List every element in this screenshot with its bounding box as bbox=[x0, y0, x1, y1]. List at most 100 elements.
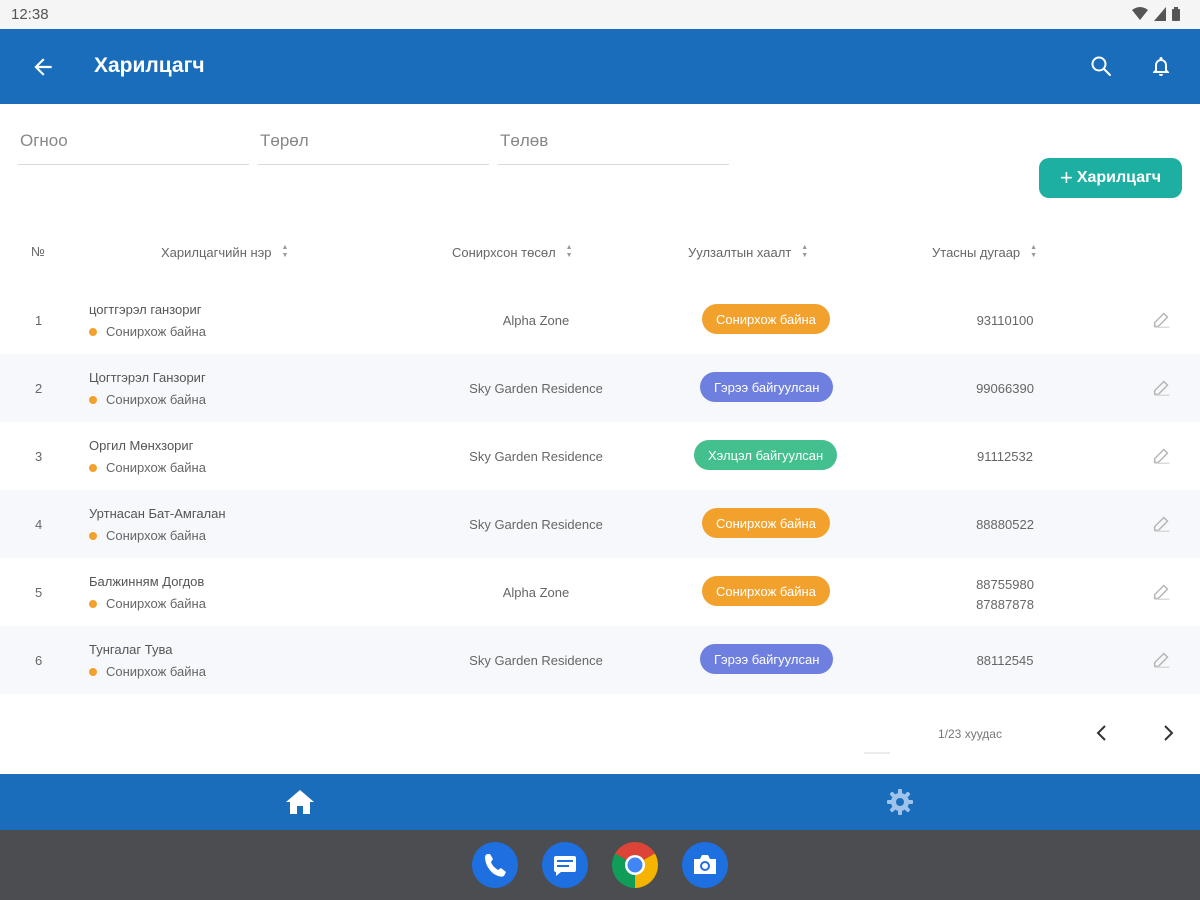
status-time: 12:38 bbox=[11, 6, 49, 23]
client-status: Сонирхож байна bbox=[89, 460, 206, 475]
chevron-left-icon[interactable] bbox=[1092, 722, 1112, 744]
add-client-button[interactable]: + Харилцагч bbox=[1039, 158, 1182, 198]
phone-number: 88112545 bbox=[950, 653, 1060, 668]
status-dot-icon bbox=[89, 463, 97, 472]
bottom-navigation bbox=[0, 774, 1200, 830]
client-status: Сонирхож байна bbox=[89, 324, 206, 339]
pencil-icon[interactable] bbox=[1151, 580, 1173, 602]
client-name: Тунгалаг Тува bbox=[89, 642, 173, 657]
table-row[interactable]: 3 Оргил Мөнхзориг Сонирхож байна Sky Gar… bbox=[0, 422, 1200, 490]
sort-icon[interactable]: ▲ ▼ bbox=[282, 244, 289, 260]
status-icons bbox=[1132, 7, 1180, 21]
pencil-icon[interactable] bbox=[1151, 376, 1173, 398]
signal-icon bbox=[1154, 7, 1166, 21]
client-name: цогтгэрэл ганзориг bbox=[89, 302, 202, 317]
client-status-label: Сонирхож байна bbox=[106, 392, 206, 407]
client-status: Сонирхож байна bbox=[89, 392, 206, 407]
page-title: Харилцагч bbox=[94, 54, 205, 77]
status-dot-icon bbox=[89, 395, 97, 404]
system-status-bar: 12:38 bbox=[0, 0, 1200, 29]
phone-number-1: 88755980 bbox=[976, 577, 1034, 592]
table-header: № Харилцагчийн нэр ▲ ▼ Сонирхсон төсөл ▲ ▼… bbox=[0, 238, 1200, 268]
client-name: Балжинням Догдов bbox=[89, 574, 205, 589]
table-row[interactable]: 4 Уртнасан Бат-Амгалан Сонирхож байна Sk… bbox=[0, 490, 1200, 558]
project-name: Sky Garden Residence bbox=[469, 517, 603, 532]
col-meeting-label: Уулзалтын хаалт bbox=[688, 244, 792, 260]
system-dock bbox=[0, 830, 1200, 900]
row-number: 1 bbox=[35, 313, 43, 328]
col-project: Сонирхсон төсөл ▲ ▼ bbox=[452, 244, 573, 260]
row-number: 6 bbox=[35, 653, 43, 668]
client-status-label: Сонирхож байна bbox=[106, 664, 206, 679]
table-row[interactable]: 2 Цогтгэрэл Ганзориг Сонирхож байна Sky … bbox=[0, 354, 1200, 422]
sort-icon[interactable]: ▲ ▼ bbox=[1030, 244, 1037, 260]
phone-number-1: 88880522 bbox=[976, 517, 1034, 532]
back-arrow-icon[interactable] bbox=[30, 54, 56, 80]
type-filter-input[interactable] bbox=[258, 125, 489, 157]
bell-icon[interactable] bbox=[1149, 54, 1173, 78]
status-dot-icon bbox=[89, 531, 97, 540]
status-badge: Гэрээ байгуулсан bbox=[700, 372, 834, 402]
project-name: Sky Garden Residence bbox=[469, 381, 603, 396]
date-filter-input[interactable] bbox=[18, 125, 249, 157]
pencil-icon[interactable] bbox=[1151, 648, 1173, 670]
project-name: Alpha Zone bbox=[502, 585, 570, 600]
page-indicator: 1/23 хуудас bbox=[938, 727, 1002, 741]
status-dot-icon bbox=[89, 599, 97, 608]
table-row[interactable]: 6 Тунгалаг Тува Сонирхож байна Sky Garde… bbox=[0, 626, 1200, 694]
table-row[interactable]: 5 Балжинням Догдов Сонирхож байна Alpha … bbox=[0, 558, 1200, 626]
status-filter-input[interactable] bbox=[498, 125, 729, 157]
sort-icon[interactable]: ▲ ▼ bbox=[566, 244, 573, 260]
type-filter bbox=[258, 125, 489, 165]
table-row[interactable]: 1 цогтгэрэл ганзориг Сонирхож байна Alph… bbox=[0, 286, 1200, 354]
row-number: 4 bbox=[35, 517, 43, 532]
status-filter bbox=[498, 125, 729, 165]
status-badge: Сонирхож байна bbox=[702, 508, 830, 538]
row-number: 5 bbox=[35, 585, 43, 600]
col-phone: Утасны дугаар ▲ ▼ bbox=[932, 244, 1037, 260]
phone-number: 91112532 bbox=[950, 449, 1060, 464]
client-status-label: Сонирхож байна bbox=[106, 324, 206, 339]
battery-icon bbox=[1172, 7, 1180, 21]
phone-number-1: 93110100 bbox=[976, 313, 1034, 328]
chevron-right-icon[interactable] bbox=[1158, 722, 1178, 744]
col-project-label: Сонирхсон төсөл bbox=[452, 244, 556, 260]
row-number: 2 bbox=[35, 381, 43, 396]
messages-app-icon[interactable] bbox=[542, 842, 588, 888]
add-client-label: Харилцагч bbox=[1076, 169, 1162, 186]
phone-number: 99066390 bbox=[950, 381, 1060, 396]
sort-icon[interactable]: ▲ ▼ bbox=[801, 244, 808, 260]
client-name: Уртнасан Бат-Амгалан bbox=[89, 506, 226, 521]
phone-number-2: 87887878 bbox=[976, 597, 1034, 612]
phone-number: 88880522 bbox=[950, 517, 1060, 532]
home-icon[interactable] bbox=[285, 788, 315, 816]
status-badge: Сонирхож байна bbox=[702, 576, 830, 606]
date-filter bbox=[18, 125, 249, 165]
scroll-indicator bbox=[864, 752, 890, 754]
app-bar: Харилцагч bbox=[0, 29, 1200, 104]
col-num-label: № bbox=[31, 244, 45, 259]
project-name: Alpha Zone bbox=[502, 313, 570, 328]
client-status: Сонирхож байна bbox=[89, 528, 206, 543]
col-meeting: Уулзалтын хаалт ▲ ▼ bbox=[688, 244, 808, 260]
camera-app-icon[interactable] bbox=[682, 842, 728, 888]
pencil-icon[interactable] bbox=[1151, 444, 1173, 466]
status-badge: Хэлцэл байгуулсан bbox=[694, 440, 838, 470]
status-dot-icon bbox=[89, 667, 97, 676]
col-name-label: Харилцагчийн нэр bbox=[161, 244, 272, 260]
phone-number-1: 88112545 bbox=[976, 653, 1034, 668]
phone-number-1: 91112532 bbox=[977, 449, 1033, 464]
client-status-label: Сонирхож байна bbox=[106, 596, 206, 611]
pencil-icon[interactable] bbox=[1151, 308, 1173, 330]
client-status: Сонирхож байна bbox=[89, 664, 206, 679]
phone-app-icon[interactable] bbox=[472, 842, 518, 888]
client-status: Сонирхож байна bbox=[89, 596, 206, 611]
gear-icon[interactable] bbox=[886, 788, 914, 816]
chrome-app-icon[interactable] bbox=[612, 842, 658, 888]
search-icon[interactable] bbox=[1089, 54, 1113, 78]
status-badge: Сонирхож байна bbox=[702, 304, 830, 334]
pencil-icon[interactable] bbox=[1151, 512, 1173, 534]
project-name: Sky Garden Residence bbox=[469, 449, 603, 464]
client-status-label: Сонирхож байна bbox=[106, 528, 206, 543]
wifi-icon bbox=[1132, 7, 1148, 20]
